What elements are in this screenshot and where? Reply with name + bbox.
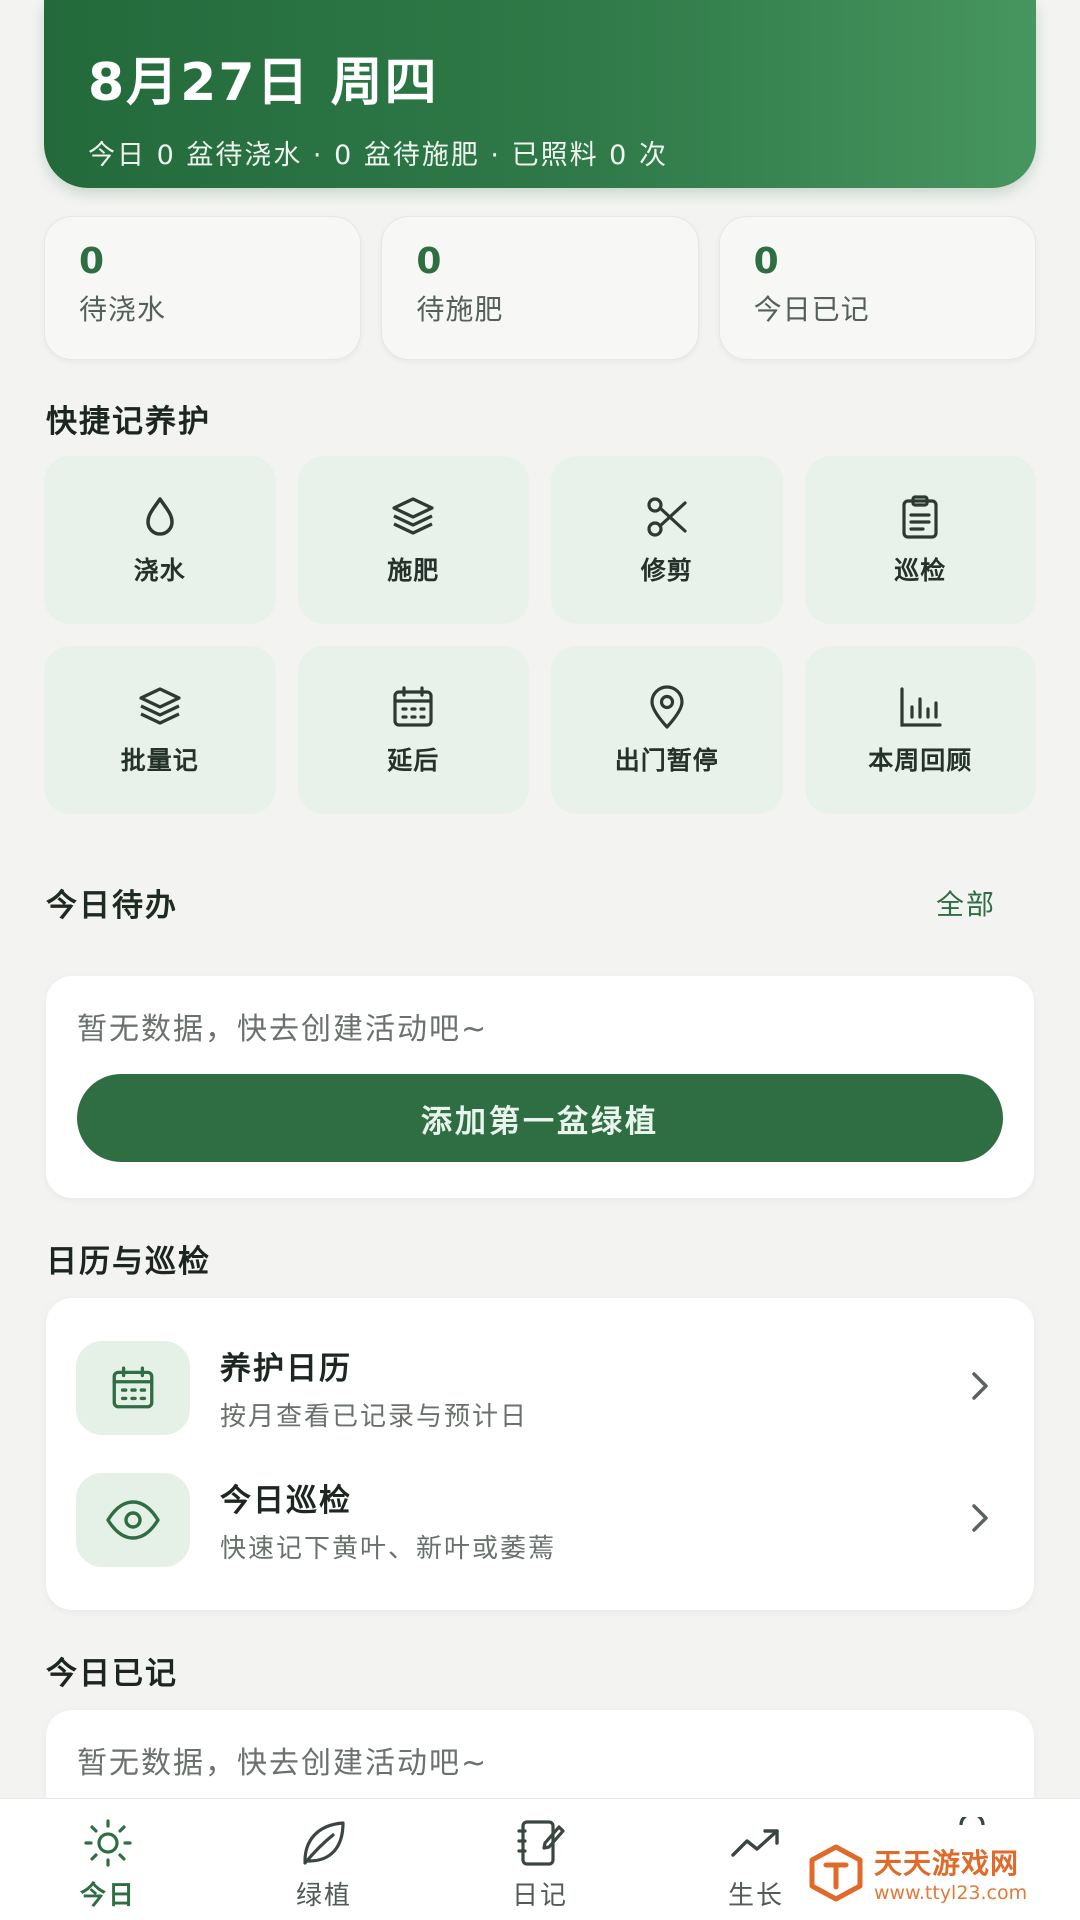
quick-action-label: 浇水 xyxy=(133,556,186,585)
chevron-right-icon xyxy=(972,1504,988,1532)
stat-value: 0 xyxy=(753,241,779,282)
row-icon-box xyxy=(76,1473,190,1567)
calendar-icon xyxy=(112,1366,154,1409)
logged-today-title: 今日已记 xyxy=(46,1656,178,1692)
watermark-text: 天天游戏网 www.ttyl23.com xyxy=(874,1842,1027,1904)
layers-icon xyxy=(392,497,434,535)
quick-prune-button[interactable]: 修剪 xyxy=(551,456,783,624)
quick-action-label: 巡检 xyxy=(894,556,947,585)
notebook-icon xyxy=(517,1820,565,1866)
scissors-icon xyxy=(647,497,687,537)
nav-label: 绿植 xyxy=(295,1881,352,1911)
care-calendar-row[interactable]: 养护日历 按月查看已记录与预计日 xyxy=(46,1322,1034,1454)
daily-summary: 今日 0 盆待浇水 · 0 盆待施肥 · 已照料 0 次 xyxy=(88,140,668,171)
quick-action-label: 施肥 xyxy=(387,556,440,585)
row-subtitle: 按月查看已记录与预计日 xyxy=(220,1402,529,1432)
nav-label: 日记 xyxy=(511,1881,568,1911)
quick-action-label: 出门暂停 xyxy=(614,746,719,775)
quick-postpone-button[interactable]: 延后 xyxy=(297,646,529,814)
quick-action-label: 修剪 xyxy=(640,556,693,585)
location-pin-icon xyxy=(650,685,684,729)
nav-label: 今日 xyxy=(79,1881,136,1911)
calendar-inspection-title: 日历与巡检 xyxy=(46,1244,211,1280)
sun-icon xyxy=(84,1819,132,1867)
stat-value: 0 xyxy=(79,241,105,282)
stats-row: 0 待浇水 0 待施肥 0 今日已记 xyxy=(44,216,1036,360)
empty-state-text: 暂无数据，快去创建活动吧~ xyxy=(77,1746,489,1781)
todo-header: 今日待办 全部 xyxy=(46,880,996,925)
date-header-card: 8月27日 周四 今日 0 盆待浇水 · 0 盆待施肥 · 已照料 0 次 xyxy=(44,0,1036,188)
stat-pending-water[interactable]: 0 待浇水 xyxy=(44,216,362,360)
clipboard-icon xyxy=(902,495,938,539)
stack-icon xyxy=(139,687,181,725)
chevron-right-icon xyxy=(972,1372,988,1400)
quick-actions-grid: 浇水 施肥 修剪 巡检 批量记 延后 出门暂停 本周回顾 xyxy=(44,456,1036,814)
nav-label: 生长 xyxy=(727,1881,784,1911)
nav-tab-today[interactable]: 今日 xyxy=(0,1799,216,1920)
stat-label: 今日已记 xyxy=(753,293,870,326)
eye-icon xyxy=(106,1500,160,1540)
row-icon-box xyxy=(76,1341,190,1435)
watermark-name: 天天游戏网 xyxy=(874,1847,1020,1880)
row-subtitle: 快速记下黄叶、新叶或萎蔫 xyxy=(220,1534,557,1564)
quick-care-title: 快捷记养护 xyxy=(46,404,211,440)
row-text: 养护日历 按月查看已记录与预计日 xyxy=(220,1343,528,1433)
add-first-plant-button[interactable]: 添加第一盆绿植 xyxy=(77,1074,1003,1162)
today-screen: 8月27日 周四 今日 0 盆待浇水 · 0 盆待施肥 · 已照料 0 次 0 … xyxy=(0,0,1080,1920)
quick-batch-log-button[interactable]: 批量记 xyxy=(44,646,276,814)
quick-water-button[interactable]: 浇水 xyxy=(44,456,276,624)
stat-label: 待施肥 xyxy=(416,293,504,326)
empty-state-text: 暂无数据，快去创建活动吧~ xyxy=(77,1012,489,1047)
quick-action-label: 延后 xyxy=(387,746,440,775)
stat-pending-fertilize[interactable]: 0 待施肥 xyxy=(381,216,699,360)
stat-logged-today[interactable]: 0 今日已记 xyxy=(718,216,1036,360)
nav-tab-journal[interactable]: 日记 xyxy=(432,1799,648,1920)
quick-weekly-review-button[interactable]: 本周回顾 xyxy=(804,646,1036,814)
row-title: 今日巡检 xyxy=(220,1483,352,1519)
calendar-icon xyxy=(393,686,433,727)
stat-value: 0 xyxy=(416,241,442,282)
water-drop-icon xyxy=(146,497,174,536)
watermark-logo: 天天游戏网 www.ttyl23.com xyxy=(806,1842,1027,1904)
trend-up-icon xyxy=(731,1829,779,1857)
row-title: 养护日历 xyxy=(220,1351,352,1387)
todo-title: 今日待办 xyxy=(46,888,178,924)
nav-tab-plants[interactable]: 绿植 xyxy=(216,1799,432,1920)
calendar-inspection-card: 养护日历 按月查看已记录与预计日 今日巡检 快速记下黄叶、新叶或萎蔫 xyxy=(46,1298,1034,1610)
quick-fertilize-button[interactable]: 施肥 xyxy=(297,456,529,624)
bar-chart-icon xyxy=(900,687,942,727)
watermark-url: www.ttyl23.com xyxy=(874,1882,1028,1904)
view-all-link[interactable]: 全部 xyxy=(936,883,996,923)
date-title: 8月27日 周四 xyxy=(88,53,439,113)
watermark-cube-icon xyxy=(809,1844,863,1902)
row-text: 今日巡检 快速记下黄叶、新叶或萎蔫 xyxy=(220,1475,556,1565)
quick-away-pause-button[interactable]: 出门暂停 xyxy=(551,646,783,814)
quick-action-label: 本周回顾 xyxy=(868,746,973,775)
today-inspection-row[interactable]: 今日巡检 快速记下黄叶、新叶或萎蔫 xyxy=(46,1454,1034,1586)
leaf-icon xyxy=(303,1821,345,1865)
quick-action-label: 批量记 xyxy=(120,746,199,775)
quick-inspect-button[interactable]: 巡检 xyxy=(804,456,1036,624)
todo-card: 暂无数据，快去创建活动吧~ 添加第一盆绿植 xyxy=(46,976,1034,1198)
stat-label: 待浇水 xyxy=(79,293,167,326)
